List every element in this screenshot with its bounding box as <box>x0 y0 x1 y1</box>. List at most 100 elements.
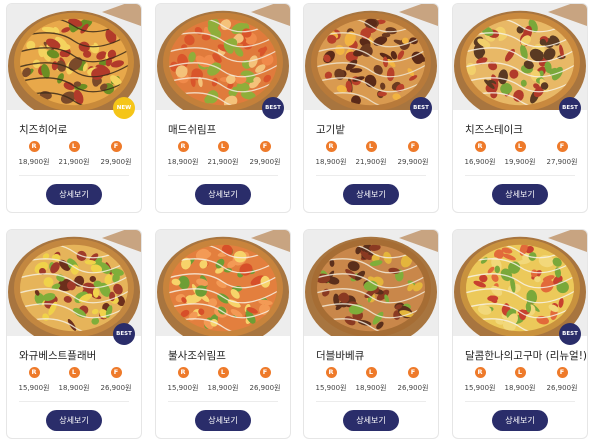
size-price-r: R 15,900원 <box>162 367 204 393</box>
size-r-icon: R <box>177 141 189 152</box>
size-price-r: R 16,900원 <box>459 141 501 167</box>
pizza-photo[interactable] <box>304 230 438 336</box>
detail-button[interactable]: 상세보기 <box>46 410 102 431</box>
best-badge: BEST <box>410 97 432 119</box>
pizza-photo[interactable] <box>7 4 141 110</box>
size-l-icon: L <box>514 367 526 378</box>
divider <box>168 175 278 176</box>
size-price-r: R 15,900원 <box>310 367 352 393</box>
price-f: 26,900원 <box>100 384 132 392</box>
best-badge: BEST <box>559 97 581 119</box>
pizza-name: 고기밭 <box>316 124 345 136</box>
menu-card[interactable]: 불사조쉬림프 R 15,900원 L 18,900원 F 26,900원 상세보… <box>155 229 291 439</box>
detail-button[interactable]: 상세보기 <box>343 410 399 431</box>
size-price-f: F 29,900원 <box>95 141 137 167</box>
size-price-r: R 18,900원 <box>13 141 55 167</box>
size-l-icon: L <box>68 367 80 378</box>
price-r: 18,900원 <box>315 158 347 166</box>
menu-card[interactable]: BEST 매드쉬림프 R 18,900원 L 21,900원 F 29,900원 … <box>155 3 291 213</box>
detail-button[interactable]: 상세보기 <box>46 184 102 205</box>
price-r: 15,900원 <box>315 384 347 392</box>
pizza-name: 와규베스트플래버 <box>19 350 97 362</box>
price-f: 29,900원 <box>100 158 132 166</box>
size-l-icon: L <box>68 141 80 152</box>
pizza-image <box>156 230 290 336</box>
size-f-icon: F <box>407 367 419 378</box>
size-r-icon: R <box>325 367 337 378</box>
detail-button[interactable]: 상세보기 <box>195 410 251 431</box>
size-price-r: R 18,900원 <box>162 141 204 167</box>
size-l-icon: L <box>217 367 229 378</box>
size-r-icon: R <box>28 141 40 152</box>
price-f: 29,900원 <box>249 158 281 166</box>
size-price-l: L 19,900원 <box>499 141 541 167</box>
size-r-icon: R <box>325 141 337 152</box>
divider <box>168 401 278 402</box>
detail-button[interactable]: 상세보기 <box>492 410 548 431</box>
price-f: 26,900원 <box>249 384 281 392</box>
pizza-photo[interactable] <box>453 4 587 110</box>
size-f-icon: F <box>407 141 419 152</box>
price-l: 18,900원 <box>355 384 387 392</box>
price-l: 21,900원 <box>58 158 90 166</box>
size-r-icon: R <box>474 367 486 378</box>
size-l-icon: L <box>217 141 229 152</box>
detail-button[interactable]: 상세보기 <box>492 184 548 205</box>
pizza-image <box>7 230 141 336</box>
menu-card[interactable]: BEST 고기밭 R 18,900원 L 21,900원 F 29,900원 상세… <box>303 3 439 213</box>
pizza-name: 달콤한나의고구마 (리뉴얼!) <box>465 350 587 362</box>
best-badge: BEST <box>262 97 284 119</box>
size-r-icon: R <box>177 367 189 378</box>
size-price-f: F 29,900원 <box>392 141 434 167</box>
size-price-l: L 18,900원 <box>53 367 95 393</box>
divider <box>19 401 129 402</box>
pizza-image <box>453 4 587 110</box>
size-l-icon: L <box>365 367 377 378</box>
size-price-f: F 26,900원 <box>244 367 286 393</box>
price-l: 18,900원 <box>58 384 90 392</box>
pizza-image <box>453 230 587 336</box>
size-f-icon: F <box>110 367 122 378</box>
price-f: 29,900원 <box>397 158 429 166</box>
pizza-photo[interactable] <box>156 230 290 336</box>
size-l-icon: L <box>365 141 377 152</box>
size-l-icon: L <box>514 141 526 152</box>
menu-card[interactable]: BEST 치즈스테이크 R 16,900원 L 19,900원 F 27,900원… <box>452 3 588 213</box>
menu-card[interactable]: BEST 달콤한나의고구마 (리뉴얼!) R 15,900원 L 18,900원 … <box>452 229 588 439</box>
size-price-r: R 18,900원 <box>310 141 352 167</box>
price-l: 19,900원 <box>504 158 536 166</box>
size-price-f: F 27,900원 <box>541 141 583 167</box>
divider <box>316 175 426 176</box>
size-r-icon: R <box>474 141 486 152</box>
size-price-f: F 26,900원 <box>541 367 583 393</box>
size-price-l: L 18,900원 <box>350 367 392 393</box>
menu-card[interactable]: NEW 치즈히어로 R 18,900원 L 21,900원 F 29,900원 상… <box>6 3 142 213</box>
size-price-f: F 29,900원 <box>244 141 286 167</box>
pizza-photo[interactable] <box>453 230 587 336</box>
pizza-image <box>304 4 438 110</box>
size-price-f: F 26,900원 <box>95 367 137 393</box>
price-r: 15,900원 <box>464 384 496 392</box>
pizza-photo[interactable] <box>304 4 438 110</box>
divider <box>316 401 426 402</box>
size-price-l: L 21,900원 <box>202 141 244 167</box>
pizza-image <box>156 4 290 110</box>
pizza-image <box>304 230 438 336</box>
price-r: 15,900원 <box>18 384 50 392</box>
pizza-photo[interactable] <box>156 4 290 110</box>
price-f: 26,900원 <box>546 384 578 392</box>
divider <box>19 175 129 176</box>
price-r: 16,900원 <box>464 158 496 166</box>
pizza-name: 더블바베큐 <box>316 350 365 362</box>
detail-button[interactable]: 상세보기 <box>195 184 251 205</box>
size-price-l: L 21,900원 <box>53 141 95 167</box>
size-price-l: L 18,900원 <box>499 367 541 393</box>
menu-card[interactable]: 더블바베큐 R 15,900원 L 18,900원 F 26,900원 상세보기 <box>303 229 439 439</box>
pizza-photo[interactable] <box>7 230 141 336</box>
size-f-icon: F <box>556 141 568 152</box>
pizza-name: 치즈스테이크 <box>465 124 523 136</box>
pizza-name: 치즈히어로 <box>19 124 68 136</box>
detail-button[interactable]: 상세보기 <box>343 184 399 205</box>
best-badge: BEST <box>559 323 581 345</box>
menu-card[interactable]: BEST 와규베스트플래버 R 15,900원 L 18,900원 F 26,90… <box>6 229 142 439</box>
